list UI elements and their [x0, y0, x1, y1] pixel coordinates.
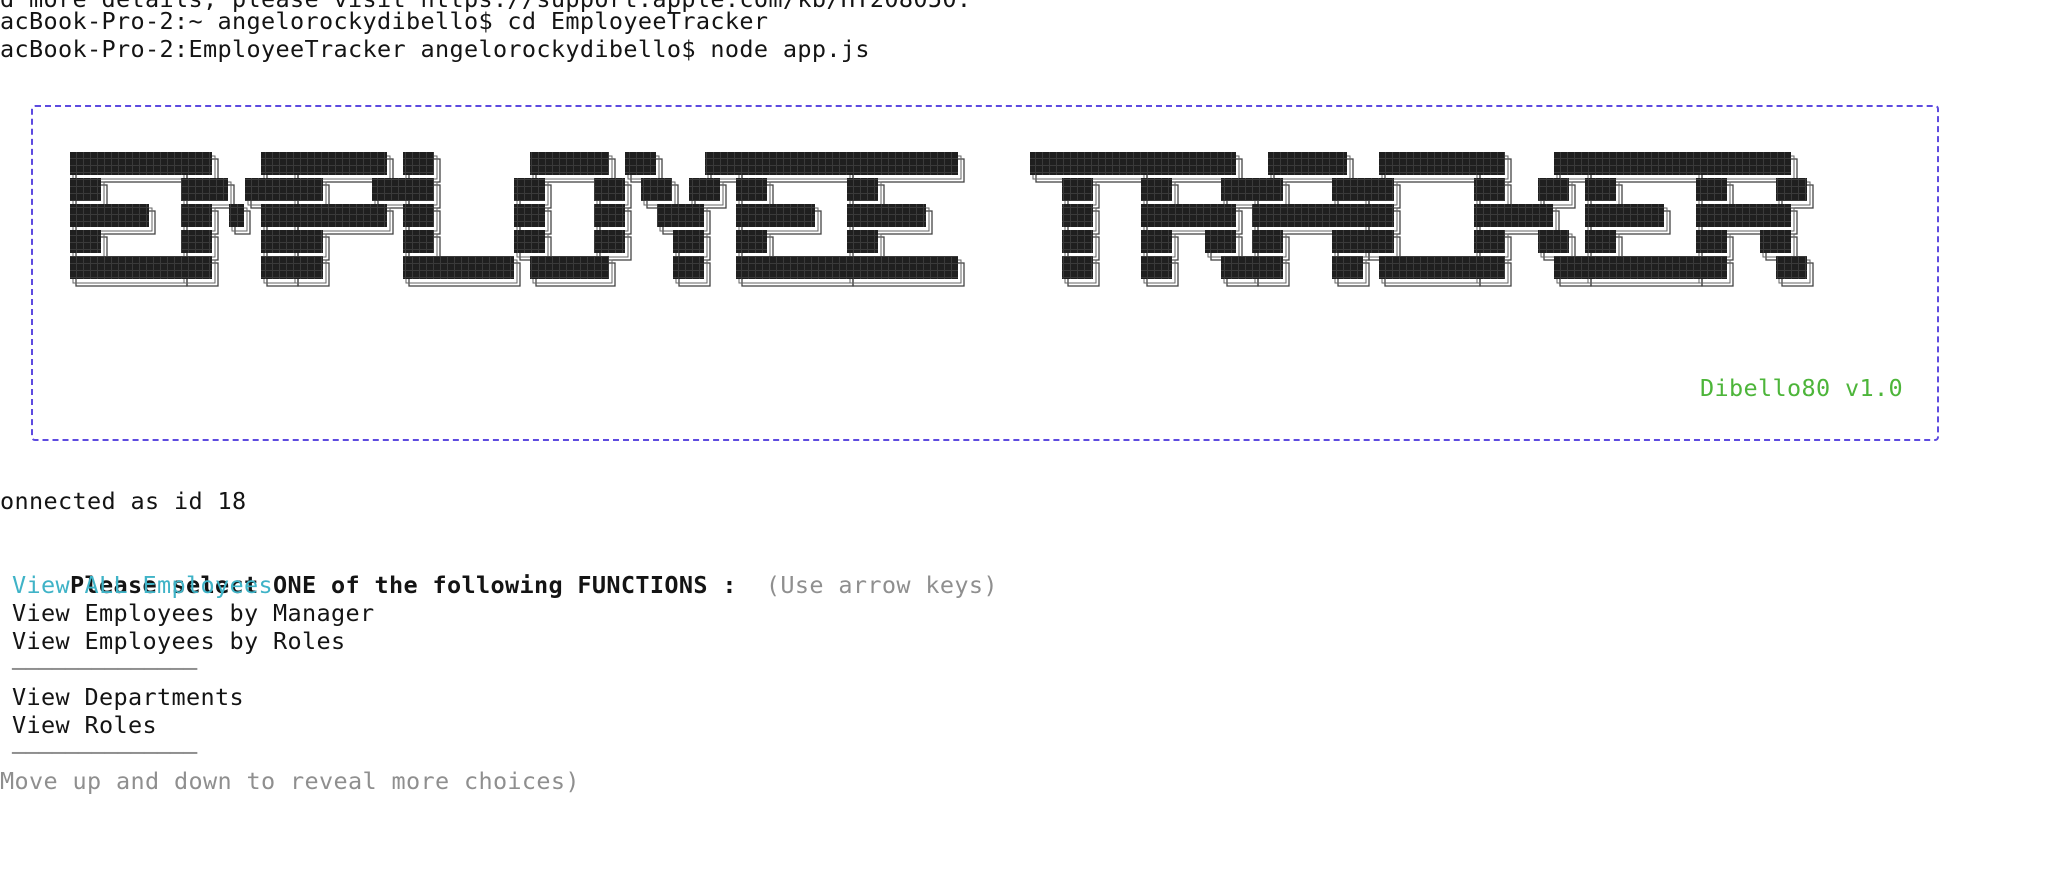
terminal-window: d more details, please visit https://sup… — [0, 0, 2071, 871]
banner-letter-e — [1585, 152, 1703, 287]
banner-letter-y — [625, 152, 743, 287]
connection-status: onnected as id 18 — [0, 487, 247, 515]
banner-letter-a — [1252, 152, 1370, 287]
prompt-question-row: Please select ONE of the following FUNCT… — [12, 543, 998, 599]
command-line-node: acBook-Pro-2:EmployeeTracker angelorocky… — [0, 35, 870, 63]
banner-letter-r — [1141, 152, 1259, 287]
banner-letter-p — [292, 152, 410, 287]
menu-choice-view-all-employees[interactable]: View ALL Employees — [12, 571, 273, 599]
banner-letter-r — [1696, 152, 1814, 287]
menu-separator: ────────────── — [12, 655, 197, 683]
employee-tracker-ascii-art — [70, 152, 1814, 287]
menu-choice-view-roles[interactable]: View Roles — [12, 711, 157, 739]
banner-letter-k — [1474, 152, 1592, 287]
scroll-hint: Move up and down to reveal more choices) — [0, 767, 580, 795]
banner-letter-e — [70, 152, 188, 287]
app-banner: Dibello80 v1.0 — [31, 105, 1939, 441]
banner-letter-l — [403, 152, 521, 287]
prompt-hint: (Use arrow keys) — [765, 571, 998, 599]
menu-choice-view-departments[interactable]: View Departments — [12, 683, 244, 711]
menu-separator: ────────────── — [12, 739, 197, 767]
banner-letter-t — [1030, 152, 1148, 287]
command-line-cd: acBook-Pro-2:~ angelorockydibello$ cd Em… — [0, 7, 769, 35]
banner-letter-e — [736, 152, 854, 287]
banner-letter-o — [514, 152, 632, 287]
banner-letter-m — [181, 152, 299, 287]
version-label: Dibello80 v1.0 — [1700, 374, 1903, 402]
banner-letter-e — [847, 152, 965, 287]
menu-choice-view-employees-by-manager[interactable]: View Employees by Manager — [12, 599, 374, 627]
menu-choice-view-employees-by-roles[interactable]: View Employees by Roles — [12, 627, 345, 655]
banner-letter-c — [1363, 152, 1481, 287]
